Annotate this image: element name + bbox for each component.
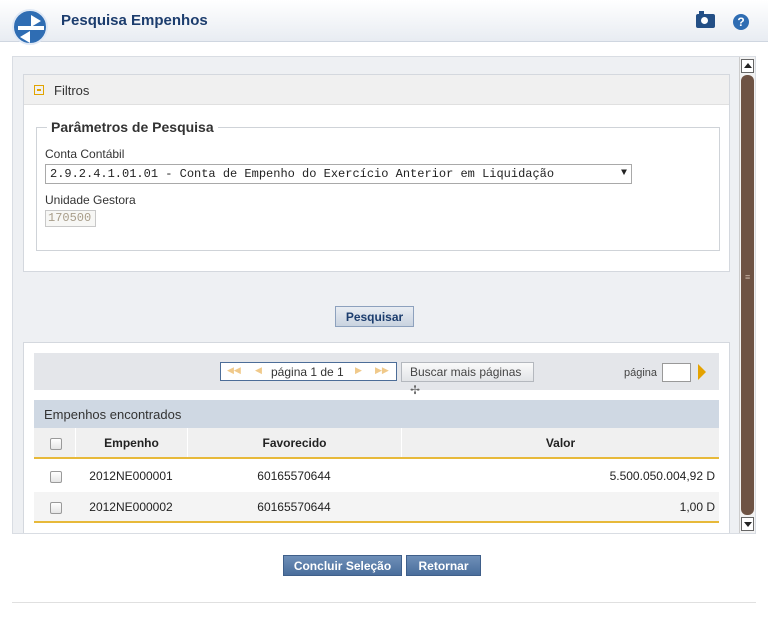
cell-empenho: 2012NE000001 xyxy=(89,469,173,483)
footer-divider xyxy=(12,602,756,603)
select-all-cell xyxy=(34,428,75,457)
collapse-icon[interactable] xyxy=(34,85,44,95)
footer-actions: Concluir Seleção Retornar xyxy=(0,534,768,617)
results-panel: ◀◀ ◀ página 1 de 1 ▶ ▶▶ Buscar mais pági… xyxy=(23,342,730,533)
next-page-icon[interactable]: ▶ xyxy=(355,365,362,376)
siafi-logo-icon xyxy=(12,9,48,45)
main-frame: Filtros Parâmetros de Pesquisa Conta Con… xyxy=(12,56,756,534)
select-all-checkbox[interactable] xyxy=(50,438,62,450)
page-number-input[interactable] xyxy=(662,363,691,382)
cell-favorecido: 60165570644 xyxy=(257,469,331,483)
conta-contabil-select[interactable]: 2.9.2.4.1.01.01 - Conta de Empenho do Ex… xyxy=(45,164,632,184)
cell-empenho: 2012NE000002 xyxy=(89,500,173,514)
prev-page-icon[interactable]: ◀ xyxy=(255,365,262,376)
page-indicator: página 1 de 1 xyxy=(271,365,344,379)
table-header-row: Empenho Favorecido Valor xyxy=(34,428,719,459)
table-caption: Empenhos encontrados xyxy=(34,400,719,428)
fieldset-legend: Parâmetros de Pesquisa xyxy=(47,119,218,135)
conta-contabil-value: 2.9.2.4.1.01.01 - Conta de Empenho do Ex… xyxy=(50,167,555,181)
cell-valor: 5.500.050.004,92 D xyxy=(609,469,715,483)
buscar-mais-paginas-button[interactable]: Buscar mais páginas ✢ xyxy=(401,362,534,397)
header-empenho[interactable]: Empenho xyxy=(75,428,187,457)
concluir-selecao-button[interactable]: Concluir Seleção xyxy=(283,555,402,576)
pagination-bar: ◀◀ ◀ página 1 de 1 ▶ ▶▶ Buscar mais pági… xyxy=(34,353,719,397)
table-row[interactable]: 2012NE000002 60165570644 1,00 D xyxy=(34,492,719,523)
scroll-thumb[interactable]: ≡ xyxy=(741,75,754,515)
row-select-cell xyxy=(34,461,75,492)
first-page-icon[interactable]: ◀◀ xyxy=(227,365,241,376)
header-favorecido[interactable]: Favorecido xyxy=(187,428,401,457)
filters-header[interactable]: Filtros xyxy=(24,75,729,105)
content-area: Filtros Parâmetros de Pesquisa Conta Con… xyxy=(13,57,740,533)
page-title: Pesquisa Empenhos xyxy=(61,12,208,29)
vertical-scrollbar[interactable]: ≡ xyxy=(739,57,755,533)
row-checkbox[interactable] xyxy=(50,502,62,514)
cell-favorecido: 60165570644 xyxy=(257,500,331,514)
row-select-cell xyxy=(34,492,75,521)
scroll-up-button[interactable] xyxy=(741,59,754,73)
conta-contabil-label: Conta Contábil xyxy=(45,147,125,161)
go-page-icon[interactable] xyxy=(698,364,706,380)
camera-icon[interactable] xyxy=(696,11,715,28)
buscar-label: Buscar mais páginas xyxy=(410,365,522,379)
title-bar: Pesquisa Empenhos ? xyxy=(0,0,768,45)
filters-label: Filtros xyxy=(54,83,90,98)
page-label: página xyxy=(624,367,658,379)
unidade-gestora-label: Unidade Gestora xyxy=(45,193,136,207)
unidade-gestora-field: 170500 xyxy=(45,210,96,227)
scroll-down-button[interactable] xyxy=(741,517,754,531)
search-parameters-fieldset: Parâmetros de Pesquisa Conta Contábil 2.… xyxy=(36,119,720,251)
cell-valor: 1,00 D xyxy=(679,500,715,514)
chevron-down-icon: ▼ xyxy=(620,168,627,179)
table-row[interactable]: 2012NE000001 60165570644 5.500.050.004,9… xyxy=(34,461,719,492)
page-navigator: ◀◀ ◀ página 1 de 1 ▶ ▶▶ xyxy=(220,362,397,381)
retornar-button[interactable]: Retornar xyxy=(406,555,481,576)
plus-icon: ✢ xyxy=(410,383,421,397)
header-valor[interactable]: Valor xyxy=(401,428,719,457)
pesquisar-button[interactable]: Pesquisar xyxy=(335,306,414,327)
help-icon[interactable]: ? xyxy=(733,14,749,30)
row-checkbox[interactable] xyxy=(50,471,62,483)
last-page-icon[interactable]: ▶▶ xyxy=(375,365,389,376)
filters-panel: Filtros Parâmetros de Pesquisa Conta Con… xyxy=(23,74,730,272)
